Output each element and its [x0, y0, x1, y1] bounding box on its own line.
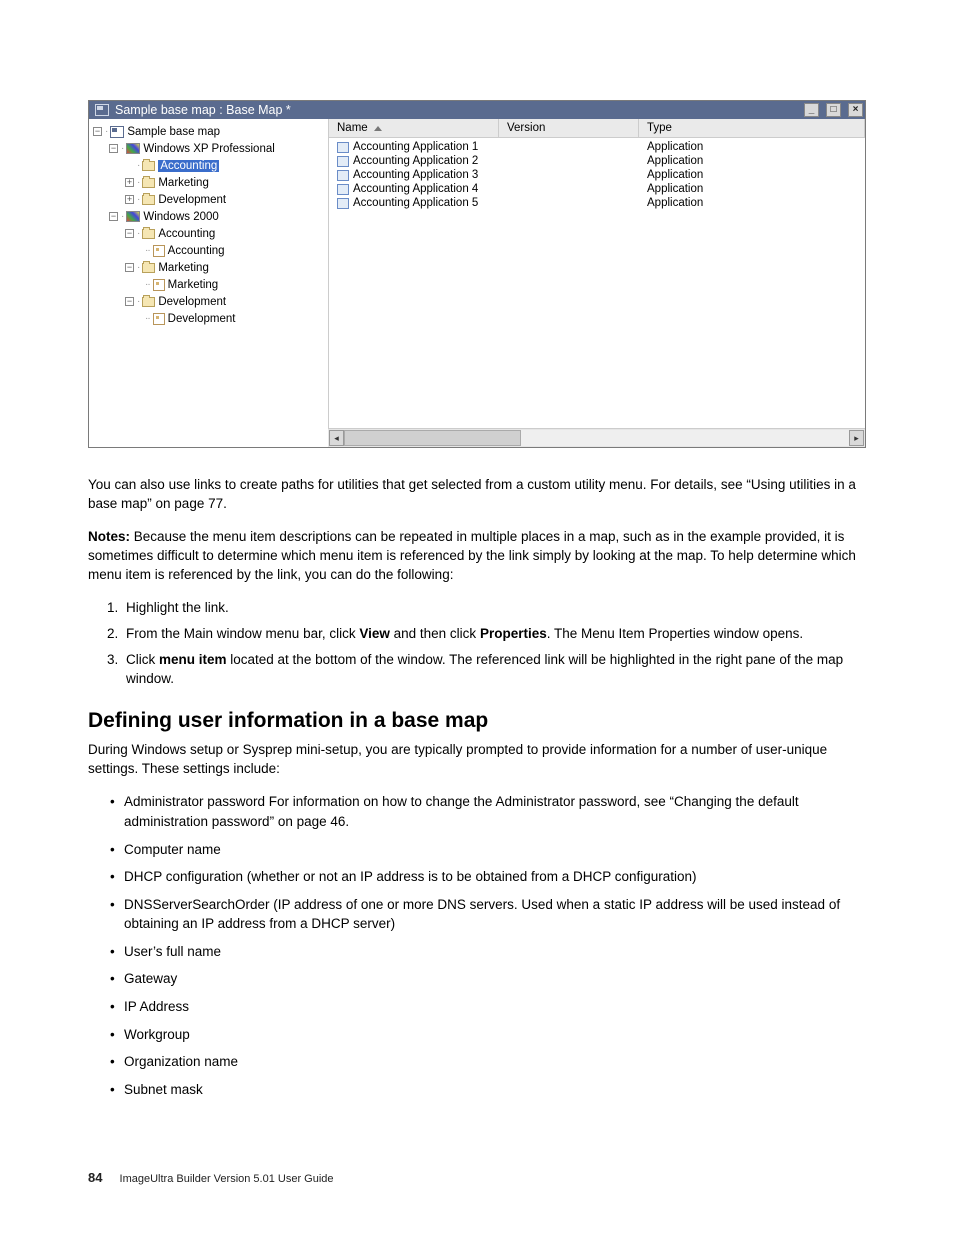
app-icon	[337, 142, 349, 153]
scroll-right-button[interactable]: ▸	[849, 430, 864, 446]
close-button[interactable]: ×	[848, 103, 863, 117]
folder-icon	[142, 263, 155, 273]
list-row[interactable]: Accounting Application 1 Application	[329, 140, 865, 154]
steps-list: Highlight the link. From the Main window…	[88, 598, 866, 688]
list-item: Workgroup	[112, 1025, 866, 1045]
tree-node-xp[interactable]: − · Windows XP Professional	[93, 140, 328, 157]
list-item: DHCP configuration (whether or not an IP…	[112, 867, 866, 887]
list-item: Subnet mask	[112, 1080, 866, 1100]
list-item: Administrator password For information o…	[112, 792, 866, 831]
tree-node-w2k-accounting[interactable]: − · Accounting	[93, 225, 328, 242]
tree-node-w2k-development[interactable]: − · Development	[93, 293, 328, 310]
list-item: Highlight the link.	[122, 598, 866, 618]
expander-icon[interactable]: −	[125, 263, 134, 272]
list-item: IP Address	[112, 997, 866, 1017]
expander-icon[interactable]: −	[125, 297, 134, 306]
list-item: DNSServerSearchOrder (IP address of one …	[112, 895, 866, 934]
expander-icon[interactable]: −	[125, 229, 134, 238]
tree-node-w2k-accounting-link[interactable]: ·· Accounting	[93, 242, 328, 259]
list-body: Accounting Application 1 Application Acc…	[329, 138, 865, 428]
section-heading: Defining user information in a base map	[88, 709, 866, 733]
tree-root[interactable]: − · Sample base map	[93, 123, 328, 140]
app-icon	[337, 198, 349, 209]
list-item: Gateway	[112, 969, 866, 989]
list-item: User’s full name	[112, 942, 866, 962]
tree-pane[interactable]: − · Sample base map − · Windows XP Profe…	[89, 119, 329, 447]
page-number: 84	[88, 1170, 102, 1185]
folder-icon	[142, 161, 155, 171]
map-icon	[95, 104, 109, 116]
tree-node-w2k-marketing-link[interactable]: ·· Marketing	[93, 276, 328, 293]
paragraph: During Windows setup or Sysprep mini-set…	[88, 741, 866, 779]
list-item: From the Main window menu bar, click Vie…	[122, 624, 866, 644]
link-icon	[153, 313, 165, 325]
minimize-button[interactable]: _	[804, 103, 819, 117]
column-header-name[interactable]: Name	[329, 119, 499, 137]
window-title: Sample base map : Base Map *	[115, 103, 797, 117]
column-header-type[interactable]: Type	[639, 119, 865, 137]
notes-label: Notes:	[88, 529, 130, 544]
folder-icon	[142, 195, 155, 205]
folder-icon	[142, 178, 155, 188]
expander-icon[interactable]: −	[109, 144, 118, 153]
tree-node-w2k-development-link[interactable]: ·· Development	[93, 310, 328, 327]
os-icon	[126, 143, 140, 154]
doc-title: ImageUltra Builder Version 5.01 User Gui…	[120, 1173, 334, 1185]
list-item: Computer name	[112, 840, 866, 860]
scroll-track[interactable]	[344, 430, 849, 446]
folder-icon	[142, 229, 155, 239]
list-row[interactable]: Accounting Application 3 Application	[329, 168, 865, 182]
tree-node-w2k[interactable]: − · Windows 2000	[93, 208, 328, 225]
os-icon	[126, 211, 140, 222]
list-item: Click menu item located at the bottom of…	[122, 650, 866, 689]
titlebar[interactable]: Sample base map : Base Map * _ □ ×	[89, 101, 865, 119]
sort-asc-icon	[374, 126, 382, 131]
expander-icon[interactable]: −	[93, 127, 102, 136]
tree-node-xp-development[interactable]: + · Development	[93, 191, 328, 208]
tree-node-xp-accounting[interactable]: · Accounting	[93, 157, 328, 174]
list-row[interactable]: Accounting Application 2 Application	[329, 154, 865, 168]
list-row[interactable]: Accounting Application 5 Application	[329, 196, 865, 210]
expander-icon[interactable]: −	[109, 212, 118, 221]
list-header: Name Version Type	[329, 119, 865, 138]
link-icon	[153, 245, 165, 257]
map-window: Sample base map : Base Map * _ □ × − · S…	[88, 100, 866, 448]
paragraph: You can also use links to create paths f…	[88, 476, 866, 514]
horizontal-scrollbar[interactable]: ◂ ▸	[328, 428, 865, 447]
list-pane: Name Version Type Accounting Application…	[329, 119, 865, 447]
tree-node-xp-marketing[interactable]: + · Marketing	[93, 174, 328, 191]
app-icon	[337, 170, 349, 181]
document-body: You can also use links to create paths f…	[88, 476, 866, 1099]
scroll-thumb[interactable]	[344, 430, 521, 446]
scroll-left-button[interactable]: ◂	[329, 430, 344, 446]
column-header-version[interactable]: Version	[499, 119, 639, 137]
tree-node-w2k-marketing[interactable]: − · Marketing	[93, 259, 328, 276]
expander-icon[interactable]: +	[125, 195, 134, 204]
map-icon	[110, 126, 124, 138]
expander-icon[interactable]: +	[125, 178, 134, 187]
page-footer: 84 ImageUltra Builder Version 5.01 User …	[88, 1170, 334, 1185]
list-item: Organization name	[112, 1052, 866, 1072]
notes-paragraph: Notes: Because the menu item description…	[88, 528, 866, 585]
maximize-button[interactable]: □	[826, 103, 841, 117]
app-icon	[337, 156, 349, 167]
link-icon	[153, 279, 165, 291]
list-row[interactable]: Accounting Application 4 Application	[329, 182, 865, 196]
folder-icon	[142, 297, 155, 307]
bullet-list: Administrator password For information o…	[88, 792, 866, 1099]
app-icon	[337, 184, 349, 195]
